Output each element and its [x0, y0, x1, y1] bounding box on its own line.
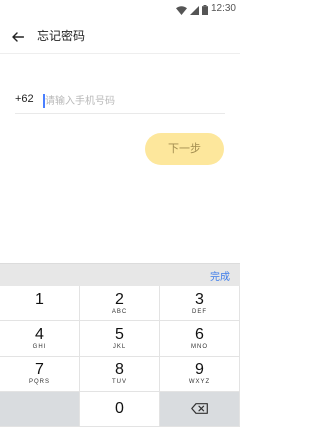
key-blank [0, 391, 80, 427]
app-header: 忘记密码 [0, 18, 240, 54]
key-2[interactable]: 2 ABC [80, 286, 160, 322]
signal-icon [189, 0, 199, 19]
done-button[interactable]: 完成 [210, 268, 230, 283]
backspace-icon [191, 399, 208, 418]
key-number: 6 [195, 325, 204, 343]
backspace-key[interactable] [160, 391, 240, 427]
country-code[interactable]: +62 [15, 93, 34, 105]
page-title: 忘记密码 [37, 29, 86, 43]
key-number: 4 [35, 325, 44, 343]
key-number: 1 [35, 290, 44, 308]
key-number: 9 [195, 361, 204, 379]
key-letters: MNO [191, 343, 208, 350]
back-button[interactable] [8, 26, 28, 46]
keyboard-toolbar: 完成 [0, 263, 240, 286]
key-letters: JKL [112, 343, 127, 350]
phone-input-row: +62 [15, 90, 225, 114]
status-time: 12:30 [210, 3, 236, 14]
status-icons: 12:30 [175, 0, 236, 19]
key-letters: PQRS [28, 379, 50, 386]
key-letters: WXYZ [188, 379, 211, 386]
arrow-left-icon [12, 27, 25, 46]
key-number: 5 [115, 325, 124, 343]
key-5[interactable]: 5 JKL [80, 321, 160, 357]
key-number: 2 [115, 290, 124, 308]
status-bar: 12:30 [0, 0, 240, 18]
battery-icon [201, 0, 208, 19]
wifi-icon [175, 0, 187, 19]
key-letters: ABC [111, 308, 128, 315]
key-8[interactable]: 8 TUV [80, 356, 160, 392]
key-0[interactable]: 0 [80, 391, 160, 427]
key-letters: TUV [112, 379, 127, 386]
key-1[interactable]: 1 [0, 286, 80, 322]
key-number: 3 [195, 290, 204, 308]
key-letters: DEF [192, 308, 207, 315]
numeric-keyboard: 1 2 ABC 3 DEF 4 GHI 5 JKL 6 MNO 7 PQRS 8… [0, 286, 240, 427]
key-number: 8 [115, 361, 124, 379]
key-number: 0 [115, 400, 124, 418]
phone-input[interactable] [45, 91, 223, 111]
key-7[interactable]: 7 PQRS [0, 356, 80, 392]
key-3[interactable]: 3 DEF [160, 286, 240, 322]
next-step-button[interactable]: 下一步 [145, 133, 224, 165]
key-number: 7 [35, 361, 44, 379]
key-4[interactable]: 4 GHI [0, 321, 80, 357]
key-6[interactable]: 6 MNO [160, 321, 240, 357]
key-letters: GHI [32, 343, 47, 350]
key-9[interactable]: 9 WXYZ [160, 356, 240, 392]
